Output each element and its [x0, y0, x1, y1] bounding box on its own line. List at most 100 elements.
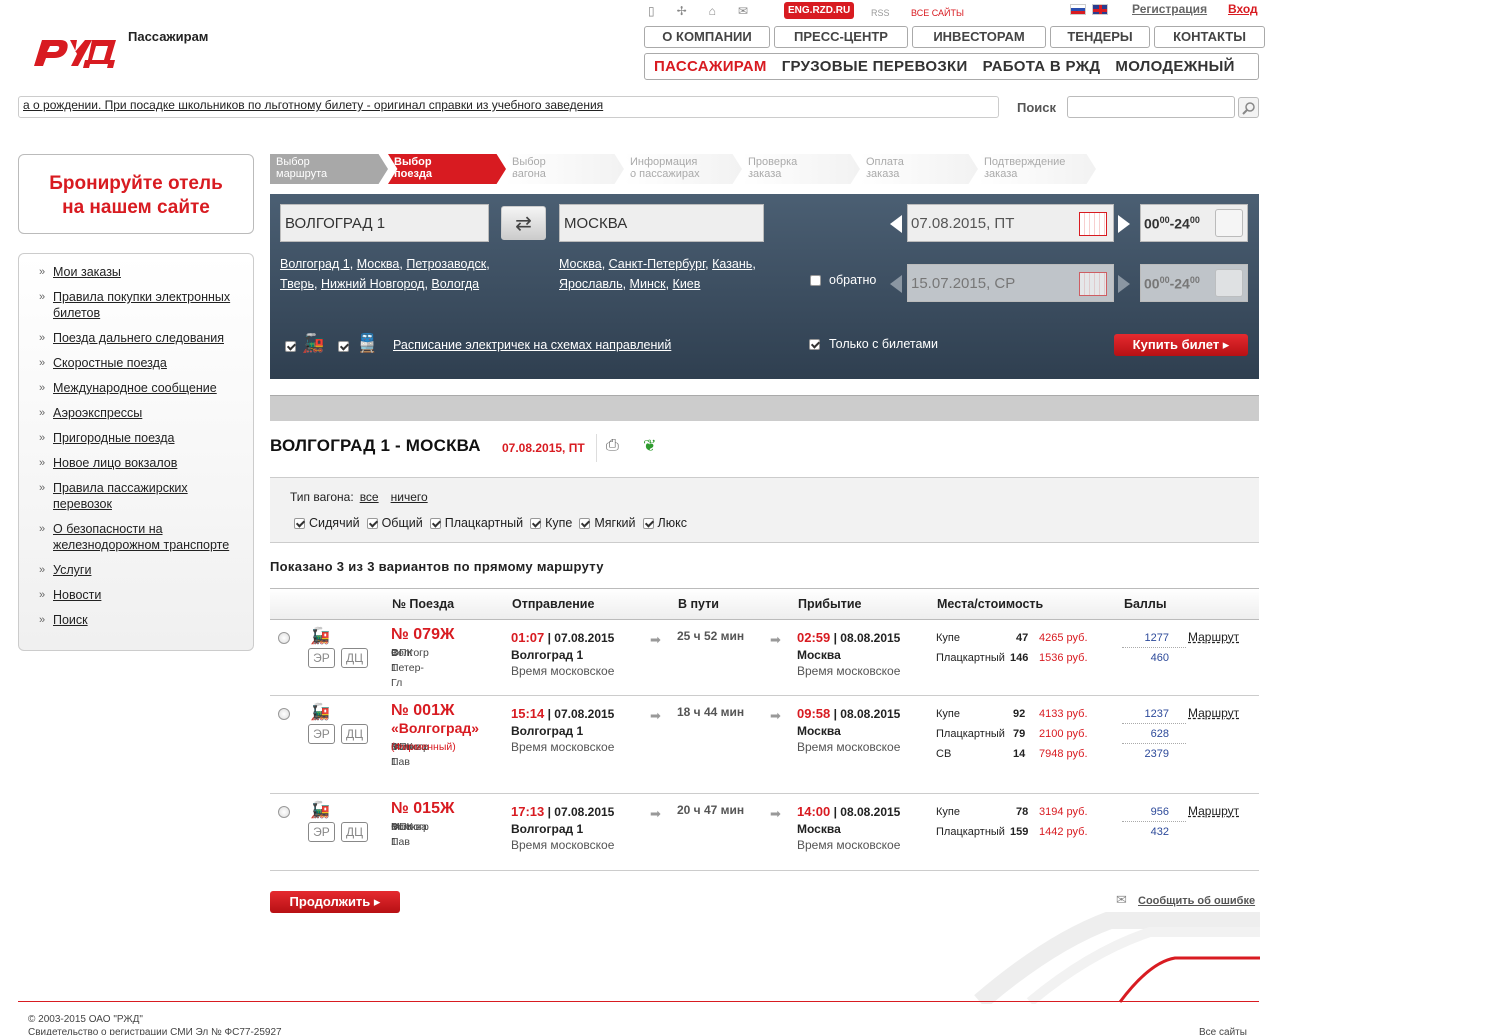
hotel-banner-line2: на нашем сайте	[62, 197, 210, 218]
swap-stations-button[interactable]: ⇄	[501, 206, 546, 240]
login-link[interactable]: Вход	[1228, 2, 1258, 16]
eng-site-button[interactable]: ENG.RZD.RU	[784, 2, 855, 19]
dc-badge: ДЦ	[341, 724, 368, 744]
sidebar-item-long-distance[interactable]: Поезда дальнего следования	[39, 330, 243, 346]
next-date-button[interactable]	[1118, 215, 1130, 233]
sidebar-item-high-speed[interactable]: Скоростные поезда	[39, 355, 243, 371]
envelope-icon: ✉	[1116, 892, 1127, 907]
route-link[interactable]: Маршрут	[1188, 804, 1239, 818]
swap-icon: ⇄	[515, 212, 532, 235]
electric-train-icon: 🚆	[356, 333, 379, 353]
time-range-there[interactable]: 0000-2400	[1140, 204, 1248, 242]
eco-leaf-icon[interactable]: ❦	[643, 436, 656, 456]
train-number[interactable]: № 001Ж	[391, 702, 454, 720]
route-link[interactable]: Маршрут	[1188, 706, 1239, 720]
route-link[interactable]: Маршрут	[1188, 630, 1239, 644]
select-train-radio[interactable]	[278, 632, 290, 644]
nav-contacts[interactable]: КОНТАКТЫ	[1154, 26, 1265, 48]
mobile-icon[interactable]: ▯	[648, 4, 655, 18]
russian-flag-icon[interactable]	[1070, 4, 1086, 15]
filter-seated[interactable]: Сидячий	[294, 516, 360, 530]
calendar-icon[interactable]	[1079, 212, 1107, 236]
to-station-input[interactable]: МОСКВА	[559, 204, 764, 242]
main-nav-freight[interactable]: ГРУЗОВЫЕ ПЕРЕВОЗКИ	[773, 58, 974, 75]
sidebar-item-aeroexpress[interactable]: Аэроэкспрессы	[39, 405, 243, 421]
hotel-banner-line1: Бронируйте отель	[49, 173, 223, 194]
search-button[interactable]	[1238, 97, 1259, 118]
er-badge: ЭР	[308, 822, 335, 842]
footer-all-sites-link[interactable]: Все сайты	[1199, 1027, 1247, 1035]
clock-icon[interactable]	[1215, 209, 1243, 237]
arrow-icon: ➡	[770, 806, 781, 821]
continue-button[interactable]: Продолжить ▸	[270, 891, 400, 913]
sidebar-item-news[interactable]: Новости	[39, 587, 243, 603]
sidebar-item-international[interactable]: Международное сообщение	[39, 380, 243, 396]
sidebar-item-suburban[interactable]: Пригородные поезда	[39, 430, 243, 446]
main-nav: ПАССАЖИРАМ ГРУЗОВЫЕ ПЕРЕВОЗКИ РАБОТА В Р…	[644, 53, 1259, 80]
mail-icon[interactable]: ✉	[738, 4, 748, 18]
only-tickets-checkbox[interactable]	[809, 339, 820, 350]
step-passengers: Информация о пассажирах	[624, 154, 742, 184]
home-icon[interactable]: ⌂	[709, 4, 716, 18]
main-nav-jobs[interactable]: РАБОТА В РЖД	[974, 58, 1107, 75]
filter-soft[interactable]: Мягкий	[579, 516, 636, 530]
prev-return-date-button	[890, 275, 902, 293]
suburban-schedule-link[interactable]: Расписание электричек на схемах направле…	[393, 338, 671, 352]
table-row[interactable]: 🚂 ЭР ДЦ № 001Ж «Волгоград» Волгогр 1 Моск…	[270, 696, 1259, 794]
select-all-link[interactable]: все	[360, 490, 379, 504]
filter-common[interactable]: Общий	[366, 516, 423, 530]
step-route[interactable]: Выбор маршрута	[270, 154, 388, 184]
section-title: Пассажирам	[128, 29, 209, 44]
route-date: 07.08.2015, ПТ	[502, 441, 585, 455]
all-sites-link[interactable]: ВСЕ САЙТЫ	[911, 8, 964, 18]
date-back-input: 15.07.2015, СР	[907, 264, 1114, 302]
long-distance-checkbox[interactable]	[285, 341, 296, 352]
sidebar-item-rules[interactable]: Правила пассажирских перевозок	[39, 480, 243, 512]
date-there-input[interactable]: 07.08.2015, ПТ	[907, 204, 1114, 242]
select-train-radio[interactable]	[278, 806, 290, 818]
rss-link[interactable]: RSS	[871, 8, 890, 18]
sitemap-icon[interactable]: ✢	[677, 4, 687, 18]
arrow-icon: ➡	[770, 632, 781, 647]
from-station-input[interactable]: ВОЛГОГРАД 1	[280, 204, 489, 242]
select-none-link[interactable]: ничего	[391, 490, 428, 504]
sidebar-item-safety[interactable]: О безопасности на железнодорожном трансп…	[39, 521, 243, 553]
main-nav-youth[interactable]: МОЛОДЕЖНЫЙ	[1106, 58, 1240, 75]
english-flag-icon[interactable]	[1092, 4, 1108, 15]
hotel-banner[interactable]: Бронируйте отель на нашем сайте	[18, 154, 254, 234]
suburban-checkbox[interactable]	[338, 341, 349, 352]
nav-tenders[interactable]: ТЕНДЕРЫ	[1050, 26, 1150, 48]
nav-about[interactable]: О КОМПАНИИ	[644, 26, 770, 48]
train-number[interactable]: № 079Ж	[391, 626, 454, 644]
booking-steps: Выбор маршрута Выбор поезда Выбор вагона Ин…	[270, 154, 1096, 184]
ticker-text[interactable]: а о рождении. При посадке школьников по …	[23, 98, 603, 112]
table-row[interactable]: 🚂 ЭР ДЦ № 079Ж Волгогр 1 С-Петер-Гл ФПК 01…	[270, 620, 1259, 696]
col-arrival: Прибытие	[798, 597, 862, 611]
buy-ticket-button[interactable]: Купить билет ▸	[1114, 334, 1248, 356]
nav-investors[interactable]: ИНВЕСТОРАМ	[912, 26, 1046, 48]
to-hints: Москва, Санкт-Петербург, Казань, Ярослав…	[559, 257, 756, 291]
sidebar-item-stations[interactable]: Новое лицо вокзалов	[39, 455, 243, 471]
sidebar-item-search[interactable]: Поиск	[39, 612, 243, 628]
report-error-link[interactable]: Сообщить об ошибке	[1138, 895, 1255, 907]
sidebar-item-services[interactable]: Услуги	[39, 562, 243, 578]
return-checkbox[interactable]	[810, 275, 821, 286]
sidebar-item-rules-e-tickets[interactable]: Правила покупки электронных билетов	[39, 289, 243, 321]
filter-platzkart[interactable]: Плацкартный	[429, 516, 523, 530]
main-nav-passengers[interactable]: ПАССАЖИРАМ	[645, 58, 773, 75]
select-train-radio[interactable]	[278, 708, 290, 720]
print-icon[interactable]: ⎙	[606, 437, 619, 455]
sidebar-item-my-orders[interactable]: Мои заказы	[39, 264, 243, 280]
nav-press[interactable]: ПРЕСС-ЦЕНТР	[774, 26, 908, 48]
filter-coupe[interactable]: Купе	[530, 516, 572, 530]
search-input[interactable]	[1067, 96, 1235, 118]
table-row[interactable]: 🚂 ЭР ДЦ № 015Ж Волгогр 1 Москва Пав ФПК 17…	[270, 794, 1259, 871]
register-link[interactable]: Регистрация	[1132, 2, 1207, 16]
rzd-logo[interactable]	[30, 30, 126, 70]
filter-lux[interactable]: Люкс	[642, 516, 687, 530]
news-ticker[interactable]: а о рождении. При посадке школьников по …	[18, 96, 999, 118]
decorative-swoosh	[974, 912, 1260, 1004]
train-number[interactable]: № 015Ж	[391, 800, 454, 818]
prev-date-button[interactable]	[890, 215, 902, 233]
trains-table: № Поезда Отправление В пути Прибытие Мес…	[270, 588, 1259, 871]
